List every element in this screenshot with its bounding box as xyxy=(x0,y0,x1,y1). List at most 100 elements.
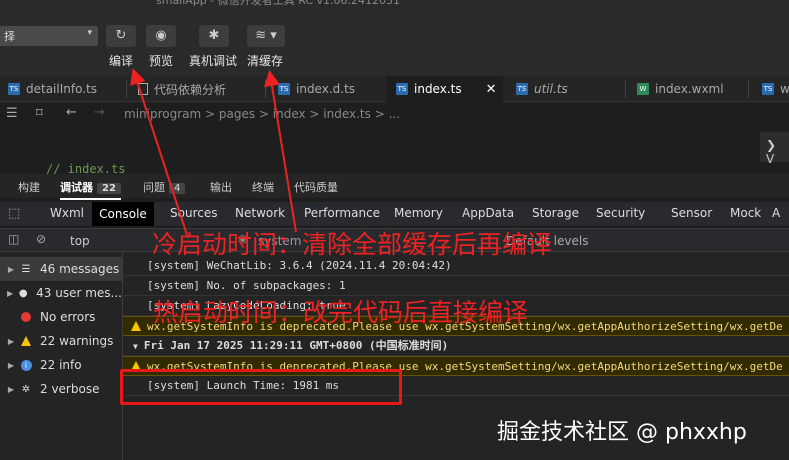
tab-debugger-label: 调试器 xyxy=(60,181,93,194)
layers-icon: ≋ ▾ xyxy=(255,28,277,43)
tab-label: index.ts xyxy=(414,82,462,96)
tab-terminal[interactable]: 终端 xyxy=(252,179,274,195)
expand-arrow-icon: ▶ xyxy=(7,264,15,274)
tab-memory[interactable]: Memory xyxy=(394,206,443,220)
tab-debugger[interactable]: 调试器 22 xyxy=(60,179,121,200)
tab-storage[interactable]: Storage xyxy=(532,206,579,220)
compile-button[interactable]: ↻ xyxy=(106,25,136,47)
sidebar-item-label: 46 messages xyxy=(40,262,120,276)
warning-icon xyxy=(131,321,141,331)
remote-debug-label[interactable]: 真机调试 xyxy=(189,52,237,69)
tab-problems[interactable]: 问题 4 xyxy=(143,179,186,195)
tab-label: index.d.ts xyxy=(296,82,356,96)
sidebar-toggle-button[interactable]: ❯ V xyxy=(760,132,789,166)
sidebar-item-label: 2 verbose xyxy=(40,382,100,396)
sidebar-item-errors[interactable]: No errors xyxy=(0,305,122,329)
tab-divider xyxy=(126,80,127,98)
debugger-count-badge: 22 xyxy=(97,183,121,194)
tab-console[interactable]: Console xyxy=(92,202,154,226)
sidebar-item-label: 22 warnings xyxy=(40,334,114,348)
tab-wxml[interactable]: Wxml xyxy=(50,206,84,220)
clear-cache-label[interactable]: 清缓存 xyxy=(247,52,283,69)
group-timestamp: Fri Jan 17 2025 11:29:11 GMT+0800 (中国标准时… xyxy=(143,339,449,352)
tab-label: w xyxy=(780,82,789,96)
document-icon xyxy=(138,83,148,95)
tab-index-wxml[interactable]: Windex.wxml xyxy=(637,76,724,102)
tab-appdata[interactable]: AppData xyxy=(462,206,514,220)
tab-output[interactable]: 输出 xyxy=(210,179,232,195)
editor-area: // index.ts ❯ V xyxy=(0,126,789,176)
breadcrumb-path[interactable]: miniprogram > pages > index > index.ts >… xyxy=(124,107,400,121)
problems-count-badge: 4 xyxy=(169,183,186,194)
sidebar-toggle-icon[interactable]: ◫ xyxy=(8,232,19,246)
sidebar-item-label: 22 info xyxy=(40,358,82,372)
console-group-header[interactable]: ▼ Fri Jan 17 2025 11:29:11 GMT+0800 (中国标准… xyxy=(123,336,789,356)
tab-overflow[interactable]: TS w xyxy=(762,76,789,102)
forward-arrow-icon[interactable]: → xyxy=(94,105,105,120)
back-arrow-icon[interactable]: ← xyxy=(66,105,77,120)
sidebar-item-messages[interactable]: ▶ ☰ 46 messages xyxy=(0,257,122,281)
bookmark-icon[interactable]: ⌑ xyxy=(36,106,43,121)
menu-icon[interactable]: ☰ xyxy=(6,106,18,121)
compile-mode-value: 择 xyxy=(4,30,15,43)
tab-sources[interactable]: Sources xyxy=(170,206,217,220)
compile-label[interactable]: 编译 xyxy=(109,52,133,69)
expand-arrow-icon: ▶ xyxy=(7,360,15,370)
sidebar-item-user-messages[interactable]: ▶ ● 43 user mes... xyxy=(0,281,122,305)
clear-cache-button[interactable]: ≋ ▾ xyxy=(247,25,285,47)
tab-sensor[interactable]: Sensor xyxy=(671,206,712,220)
sidebar-item-label: 43 user mes... xyxy=(36,286,122,300)
preview-label[interactable]: 预览 xyxy=(149,52,173,69)
tab-label: 代码依赖分析 xyxy=(154,82,227,97)
refresh-icon: ↻ xyxy=(115,28,127,43)
chevron-down-icon: ▾ xyxy=(87,28,92,38)
tab-build[interactable]: 构建 xyxy=(18,179,40,195)
tab-code-quality[interactable]: 代码质量 xyxy=(294,179,338,195)
expand-arrow-icon: ▶ xyxy=(7,384,15,394)
hot-start-annotation: 热启动时间：改完代码后直接编译 xyxy=(153,298,529,327)
tab-problems-label: 问题 xyxy=(143,181,165,194)
toolbar: smallApp - 微信开发者工具 RC v1.06.2412031 择 ▾ … xyxy=(0,0,789,76)
sidebar-item-label: No errors xyxy=(40,310,96,324)
tab-label: index.wxml xyxy=(655,82,724,96)
user-icon: ● xyxy=(18,287,28,299)
tab-index-d-ts[interactable]: TS index.d.ts xyxy=(278,76,355,102)
verbose-icon: ✲ xyxy=(21,383,31,395)
tab-divider xyxy=(265,80,266,98)
expand-arrow-icon: ▶ xyxy=(7,288,14,298)
ts-file-icon: TS xyxy=(762,83,774,95)
close-icon[interactable]: ✕ xyxy=(486,82,497,97)
tab-detailinfo[interactable]: TS detailInfo.ts xyxy=(8,76,97,102)
tab-security[interactable]: Security xyxy=(596,206,645,220)
info-icon: i xyxy=(18,358,34,372)
tab-util-ts[interactable]: TS util.ts xyxy=(516,76,568,102)
remote-debug-button[interactable]: ✱ xyxy=(199,25,229,47)
tab-mock[interactable]: Mock xyxy=(730,206,761,220)
tab-index-ts[interactable]: TS index.ts ✕ xyxy=(386,76,503,102)
collapse-arrow-icon: ▼ xyxy=(133,342,138,351)
watermark: 掘金技术社区 @ phxxhp xyxy=(497,420,747,445)
tab-performance[interactable]: Performance xyxy=(304,206,380,220)
breadcrumb: ☰ ⌑ ← → miniprogram > pages > index > in… xyxy=(0,102,789,126)
context-select[interactable]: top xyxy=(70,234,90,248)
compile-mode-select[interactable]: 择 ▾ xyxy=(0,26,98,46)
tab-dependency-analysis[interactable]: 代码依赖分析 xyxy=(138,76,226,102)
bug-icon: ✱ xyxy=(208,28,220,43)
window-title: smallApp - 微信开发者工具 RC v1.06.2412031 xyxy=(156,0,401,7)
panel-tabbar: 构建 调试器 22 问题 4 输出 终端 代码质量 xyxy=(0,174,789,200)
inspect-element-icon[interactable]: ⬚ xyxy=(8,206,20,221)
tab-divider xyxy=(748,80,749,98)
clear-console-icon[interactable]: ⊘ xyxy=(36,232,46,246)
tab-divider xyxy=(625,80,626,98)
preview-button[interactable]: ◉ xyxy=(146,25,176,47)
tab-network[interactable]: Network xyxy=(235,206,285,220)
sidebar-item-warnings[interactable]: ▶ 22 warnings xyxy=(0,329,122,353)
launch-time-highlight-box xyxy=(120,369,402,405)
tab-more[interactable]: A xyxy=(772,206,780,220)
eye-icon: ◉ xyxy=(155,28,167,43)
ts-file-icon: TS xyxy=(516,83,528,95)
editor-tabbar: TS detailInfo.ts 代码依赖分析 TS index.d.ts TS in… xyxy=(0,76,789,102)
console-sidebar: ▶ ☰ 46 messages ▶ ● 43 user mes... No er… xyxy=(0,252,123,460)
sidebar-item-info[interactable]: ▶ i 22 info xyxy=(0,353,122,377)
sidebar-item-verbose[interactable]: ▶ ✲ 2 verbose xyxy=(0,377,122,401)
